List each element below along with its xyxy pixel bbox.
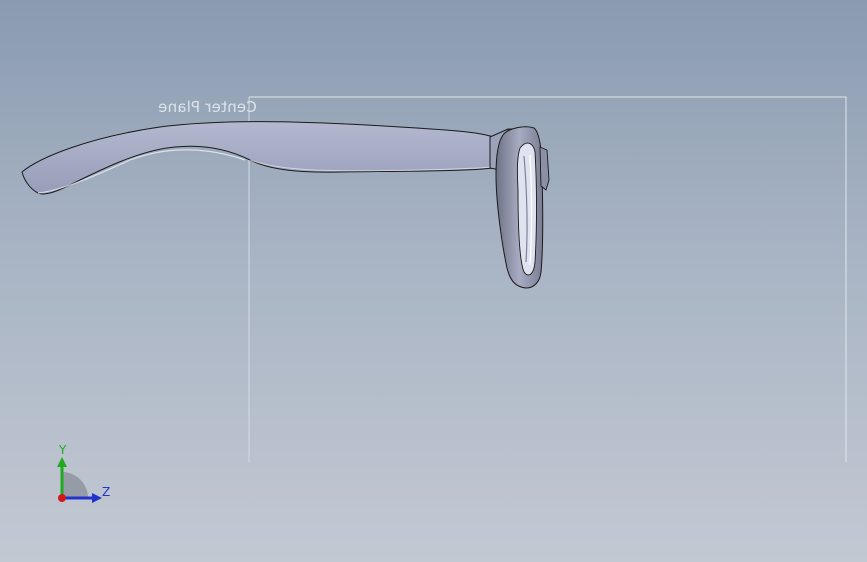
x-axis-origin bbox=[58, 494, 66, 502]
lens-rim[interactable] bbox=[495, 126, 550, 289]
y-axis-arrowhead bbox=[57, 457, 67, 467]
triad-shading bbox=[62, 472, 88, 498]
center-plane-label: Center Plane bbox=[158, 98, 257, 116]
temple-arm[interactable] bbox=[21, 121, 494, 195]
z-axis-label: Z bbox=[102, 485, 111, 499]
y-axis-label: Y bbox=[59, 443, 67, 457]
z-axis-arrowhead bbox=[92, 493, 102, 503]
model-view[interactable] bbox=[0, 0, 867, 562]
graphics-viewport[interactable]: Center Plane Y Z bbox=[0, 0, 867, 562]
